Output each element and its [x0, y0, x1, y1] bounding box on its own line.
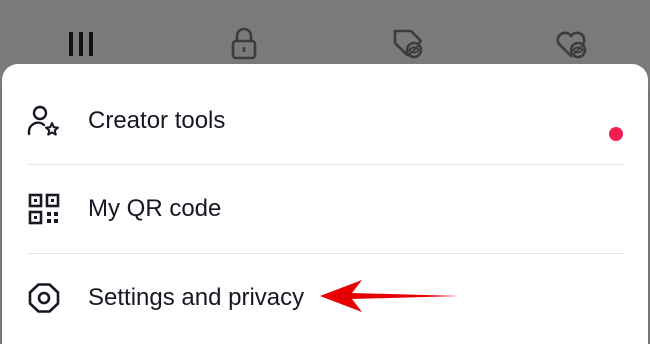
- qr-code-label: My QR code: [88, 195, 222, 222]
- annotation-arrow: [318, 276, 462, 316]
- gear-icon: [26, 280, 62, 316]
- notification-dot: [609, 127, 623, 141]
- qr-code-item[interactable]: My QR code: [2, 165, 648, 253]
- hidden-tag-icon[interactable]: [390, 26, 426, 62]
- hidden-heart-icon[interactable]: [553, 26, 589, 62]
- qr-code-icon: [26, 191, 62, 227]
- lock-icon[interactable]: [226, 26, 262, 62]
- grid-icon[interactable]: [63, 26, 99, 62]
- creator-tools-item[interactable]: Creator tools: [2, 77, 648, 165]
- settings-privacy-label: Settings and privacy: [88, 284, 305, 311]
- user-star-icon: [26, 103, 62, 139]
- creator-tools-label: Creator tools: [88, 107, 226, 134]
